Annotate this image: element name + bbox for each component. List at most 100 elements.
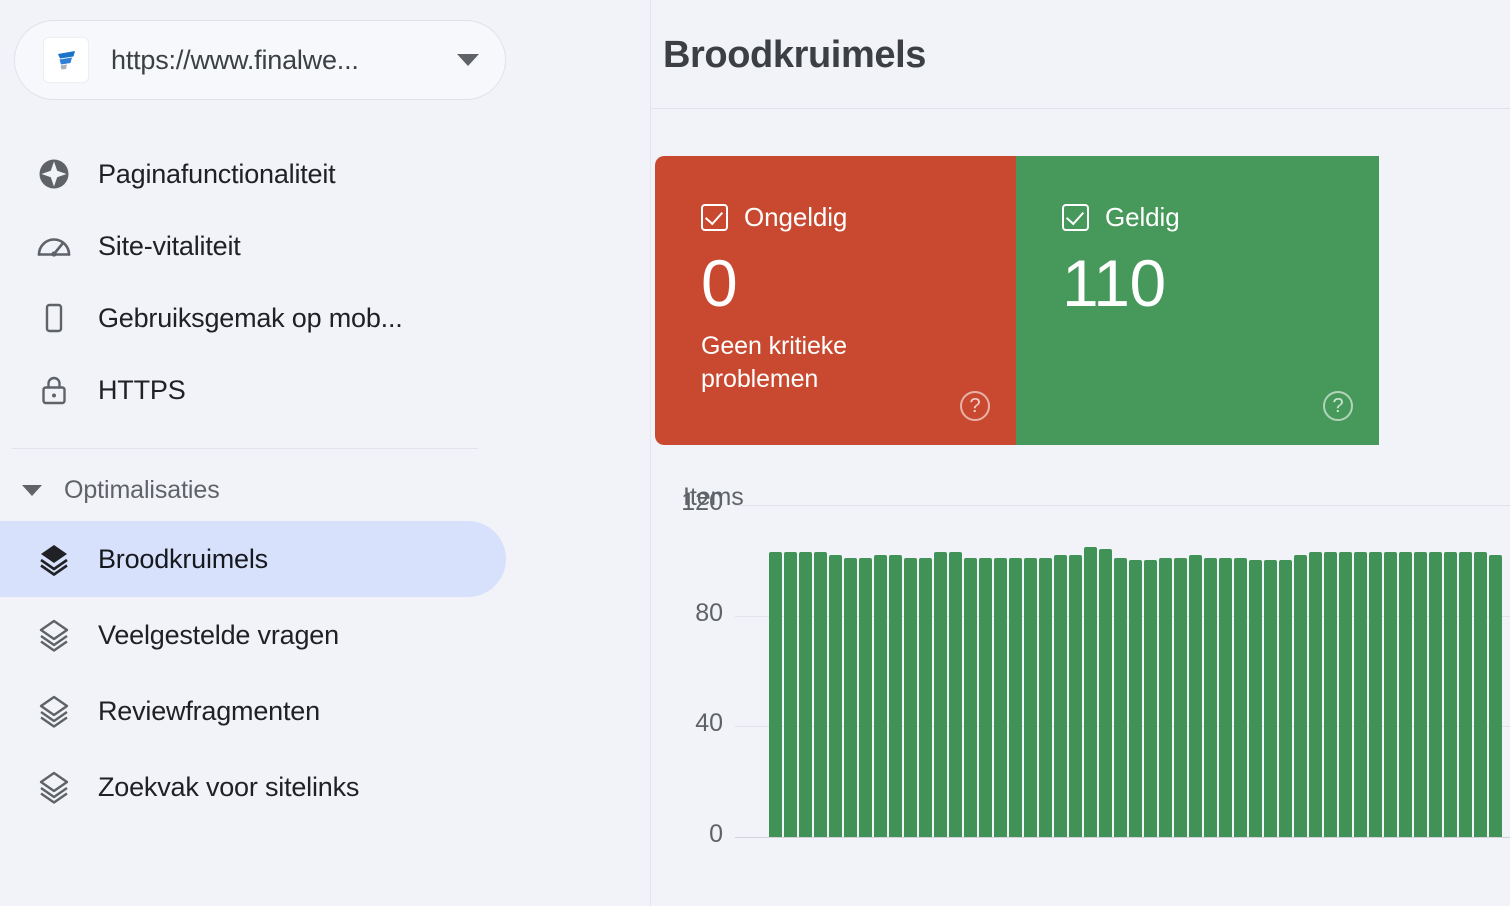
sidebar-item-breadcrumbs[interactable]: Broodkruimels [0,521,506,597]
bar[interactable] [1129,560,1142,837]
bar[interactable] [949,552,962,837]
chevron-down-icon[interactable] [457,54,479,66]
sidebar-item-core-web-vitals[interactable]: Site-vitaliteit [0,210,650,282]
bar[interactable] [1189,554,1202,837]
bar[interactable] [1069,554,1082,837]
bar[interactable] [1354,552,1367,837]
bar[interactable] [1174,557,1187,837]
status-card-header: Ongeldig [701,202,1016,232]
layers-icon [32,689,76,733]
bar[interactable] [1054,554,1067,837]
y-tick-label: 80 [695,598,723,627]
bar[interactable] [1339,552,1352,837]
sidebar-item-label: Reviewfragmenten [98,695,320,726]
title-divider [651,108,1510,109]
bar[interactable] [1279,560,1292,837]
bar[interactable] [1474,552,1487,837]
status-card-value: 110 [1062,246,1166,320]
help-circle-icon[interactable]: ? [1323,391,1353,421]
sidebar-item-label: Veelgestelde vragen [98,619,339,650]
bar[interactable] [1219,557,1232,837]
bar[interactable] [889,554,902,837]
bar[interactable] [964,557,977,837]
bar[interactable] [1489,554,1502,837]
sidebar: https://www.finalwe... Paginafunctionali… [0,0,651,906]
property-selector[interactable]: https://www.finalwe... [14,20,506,100]
bar[interactable] [979,557,992,837]
layers-icon [32,613,76,657]
sidebar-item-label: Zoekvak voor sitelinks [98,771,360,802]
bar[interactable] [844,557,857,837]
help-circle-icon[interactable]: ? [960,391,990,421]
status-card-invalid[interactable]: Ongeldig 0 Geen kritieke problemen ? [655,156,1016,445]
bar[interactable] [1009,557,1022,837]
sidebar-item-label: HTTPS [98,374,186,405]
bar[interactable] [874,554,887,837]
bar[interactable] [994,557,1007,837]
bar[interactable] [1114,557,1127,837]
search-console-window: https://www.finalwe... Paginafunctionali… [0,0,1510,906]
bar-series [769,505,1502,837]
bar[interactable] [814,552,827,837]
property-url-label: https://www.finalwe... [111,44,359,75]
bar[interactable] [1324,552,1337,837]
bar[interactable] [1459,552,1472,837]
bar[interactable] [934,552,947,837]
chevron-down-icon[interactable] [22,484,42,496]
sidebar-item-label: Broodkruimels [98,543,268,574]
checkbox-checked-icon[interactable] [1062,203,1089,231]
sidebar-item-label: Site-vitaliteit [98,230,241,261]
bar[interactable] [1084,546,1097,837]
bar[interactable] [904,557,917,837]
speedometer-icon [32,224,76,268]
sidebar-item-sitelinks-searchbox[interactable]: Zoekvak voor sitelinks [0,749,650,825]
layers-icon [32,765,76,809]
sidebar-item-https[interactable]: HTTPS [0,354,650,426]
y-tick-label: 0 [709,820,723,848]
sidebar-item-faq[interactable]: Veelgestelde vragen [0,597,650,673]
bar[interactable] [1369,552,1382,837]
bar[interactable] [1264,560,1277,837]
bar[interactable] [829,554,842,837]
bar[interactable] [1099,549,1112,837]
bar[interactable] [1024,557,1037,837]
bar[interactable] [1444,552,1457,837]
bar[interactable] [1234,557,1247,837]
bar[interactable] [1294,554,1307,837]
bar[interactable] [1144,560,1157,837]
mobile-phone-icon [32,296,76,340]
sidebar-item-label: Gebruiksgemak op mob... [98,302,403,333]
bar[interactable] [1309,552,1322,837]
bar[interactable] [1249,560,1262,837]
bar[interactable] [1414,552,1427,837]
main-content: Broodkruimels Ongeldig 0 Geen kritieke p… [651,0,1510,906]
bar[interactable] [1429,552,1442,837]
status-card-valid[interactable]: Geldig 110 ? [1016,156,1379,445]
y-tick: 0 [651,820,1510,848]
items-bar-chart: Items 120 80 40 0 [651,483,1510,903]
y-tick-label: 40 [695,709,723,738]
page-title: Broodkruimels [663,34,926,76]
sidebar-item-review-snippets[interactable]: Reviewfragmenten [0,673,650,749]
sidebar-item-mobile-usability[interactable]: Gebruiksgemak op mob... [0,282,650,354]
status-card-subtitle: Geen kritieke problemen [701,332,847,393]
sidebar-item-page-experience[interactable]: Paginafunctionaliteit [0,138,650,210]
gridline [735,837,1510,838]
bar[interactable] [1384,552,1397,837]
page-experience-icon [32,152,76,196]
sidebar-item-label: Paginafunctionaliteit [98,158,336,189]
status-cards: Ongeldig 0 Geen kritieke problemen ? Gel… [655,156,1379,445]
sidebar-group-enhancements[interactable]: Optimalisaties [0,459,650,521]
bar[interactable] [1039,557,1052,837]
bar[interactable] [1399,552,1412,837]
bar[interactable] [769,552,782,837]
status-card-value: 0 [701,246,738,320]
bar[interactable] [919,557,932,837]
bar[interactable] [1159,557,1172,837]
checkbox-checked-icon[interactable] [701,203,728,231]
status-card-label: Ongeldig [744,201,848,232]
bar[interactable] [1204,557,1217,837]
bar[interactable] [859,557,872,837]
bar[interactable] [799,552,812,837]
bar[interactable] [784,552,797,837]
